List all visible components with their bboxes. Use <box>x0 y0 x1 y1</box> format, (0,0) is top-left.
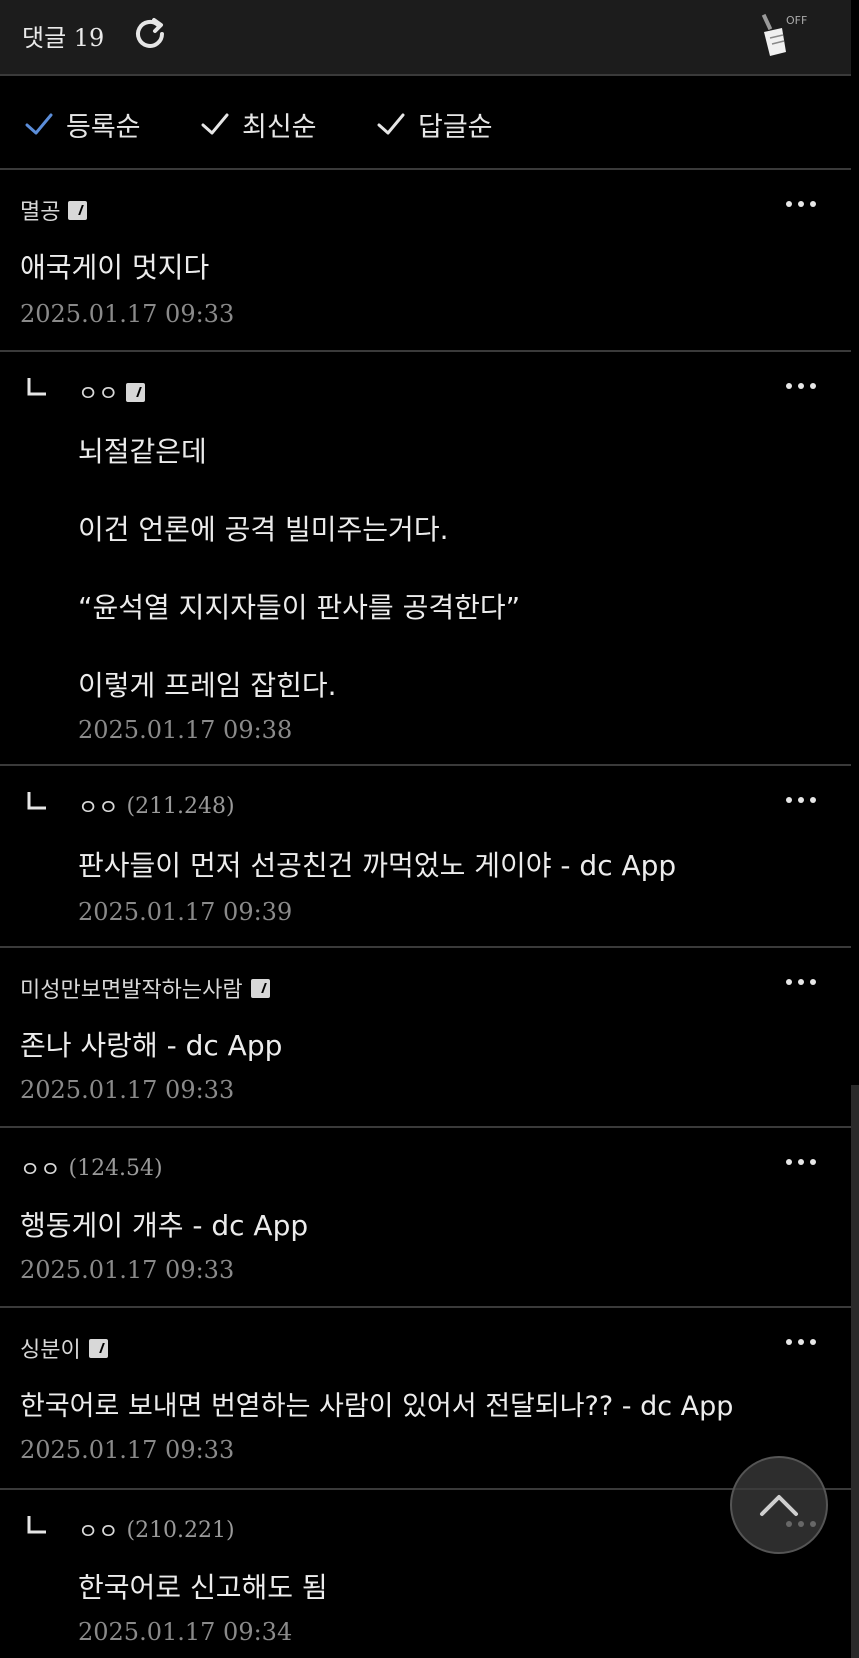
refresh-icon[interactable] <box>128 12 172 56</box>
author-ip: (124.54) <box>68 1155 163 1181</box>
author-name: 싱분이 <box>20 1338 81 1363</box>
more-options-icon[interactable] <box>783 1330 827 1362</box>
sort-option-label: 최신순 <box>242 111 317 143</box>
sort-bar: 등록순 최신순 답글순 <box>0 76 851 170</box>
check-icon <box>25 113 53 135</box>
author-name: ㅇㅇ <box>20 1158 61 1183</box>
reply-item: ㅇㅇ 뇌절같은데 이건 언론에 공격 빌미주는거다. “윤석열 지지자들이 판사… <box>0 352 851 766</box>
sort-option-label: 등록순 <box>66 111 141 143</box>
sort-option-label: 답글순 <box>418 111 493 143</box>
comment-date: 2025.01.17 09:33 <box>20 1256 235 1284</box>
more-options-icon[interactable] <box>783 1150 827 1182</box>
comment-date: 2025.01.17 09:34 <box>78 1618 293 1646</box>
author-name: 미성만보면발작하는사람 <box>20 978 243 1003</box>
comment-text: 한국어로 보내면 번엳하는 사람이 있어서 전달되나?? - dc App <box>20 1391 734 1422</box>
member-badge-icon <box>68 200 88 220</box>
comment-text: 이렇게 프레임 잡힌다. <box>78 669 337 702</box>
broom-off-label: OFF <box>786 14 807 27</box>
chevron-up-icon <box>760 1495 798 1516</box>
reply-item: ㅇㅇ (211.248) 판사들이 먼저 선공친건 까먹었노 게이야 - dc … <box>0 766 851 948</box>
more-options-icon[interactable] <box>783 788 827 820</box>
comment-count-title: 댓글 19 <box>22 24 105 52</box>
comment-item: 미성만보면발작하는사람 존나 사랑해 - dc App 2025.01.17 0… <box>0 948 851 1128</box>
comment-date: 2025.01.17 09:33 <box>20 1076 235 1104</box>
comment-author[interactable]: ㅇㅇ (211.248) <box>78 790 235 822</box>
author-name: ㅇㅇ <box>78 382 119 407</box>
more-options-icon[interactable] <box>783 192 827 224</box>
reply-item: ㅇㅇ (210.221) 한국어로 신고해도 됨 2025.01.17 09:3… <box>0 1490 851 1658</box>
more-options-icon[interactable] <box>783 374 827 406</box>
member-badge-icon <box>88 1338 108 1358</box>
comment-text: 애국게이 멋지다 <box>20 251 210 284</box>
reply-arrow-icon <box>27 1516 46 1534</box>
scroll-to-top-button[interactable] <box>730 1456 828 1554</box>
comments-header: 댓글 19 OFF <box>0 0 851 76</box>
sort-option-registered[interactable]: 등록순 <box>24 106 141 143</box>
reply-arrow-icon <box>27 378 46 396</box>
scrollbar[interactable] <box>851 1085 859 1658</box>
author-name: 멸공 <box>20 200 61 225</box>
comment-date: 2025.01.17 09:33 <box>20 300 235 328</box>
comment-text: 존나 사랑해 - dc App <box>20 1029 283 1062</box>
author-ip: (210.221) <box>126 1517 235 1543</box>
author-ip: (211.248) <box>126 793 235 819</box>
check-icon <box>377 113 405 135</box>
comment-text: 판사들이 먼저 선공친건 까먹었노 게이야 - dc App <box>78 849 677 882</box>
comment-author[interactable]: 멸공 <box>20 194 88 226</box>
reply-arrow-icon <box>27 792 46 810</box>
comment-date: 2025.01.17 09:39 <box>78 898 293 926</box>
comment-text: 뇌절같은데 <box>78 435 207 468</box>
comment-text: 행동게이 개추 - dc App <box>20 1209 309 1242</box>
comment-text: “윤석열 지지자들이 판사를 공격한다” <box>78 591 521 624</box>
comment-item: 멸공 애국게이 멋지다 2025.01.17 09:33 <box>0 170 851 352</box>
comment-text: 이건 언론에 공격 빌미주는거다. <box>78 513 449 546</box>
comment-author[interactable]: ㅇㅇ <box>78 376 146 408</box>
sort-option-replies[interactable]: 답글순 <box>376 106 493 143</box>
member-badge-icon <box>250 978 270 998</box>
more-options-icon[interactable] <box>783 970 827 1002</box>
comment-date: 2025.01.17 09:38 <box>78 716 293 744</box>
broom-icon[interactable]: OFF <box>756 8 816 62</box>
comment-text: 한국어로 신고해도 됨 <box>78 1571 328 1604</box>
comment-author[interactable]: 싱분이 <box>20 1332 108 1364</box>
author-name: ㅇㅇ <box>78 796 119 821</box>
comment-date: 2025.01.17 09:33 <box>20 1436 235 1464</box>
comment-item: 싱분이 한국어로 보내면 번엳하는 사람이 있어서 전달되나?? - dc Ap… <box>0 1308 851 1490</box>
comment-item: ㅇㅇ (124.54) 행동게이 개추 - dc App 2025.01.17 … <box>0 1128 851 1308</box>
author-name: ㅇㅇ <box>78 1520 119 1545</box>
member-badge-icon <box>126 382 146 402</box>
comment-author[interactable]: 미성만보면발작하는사람 <box>20 972 270 1004</box>
comment-author[interactable]: ㅇㅇ (210.221) <box>78 1514 235 1546</box>
check-icon <box>201 113 229 135</box>
comment-author[interactable]: ㅇㅇ (124.54) <box>20 1152 163 1184</box>
sort-option-latest[interactable]: 최신순 <box>200 106 317 143</box>
